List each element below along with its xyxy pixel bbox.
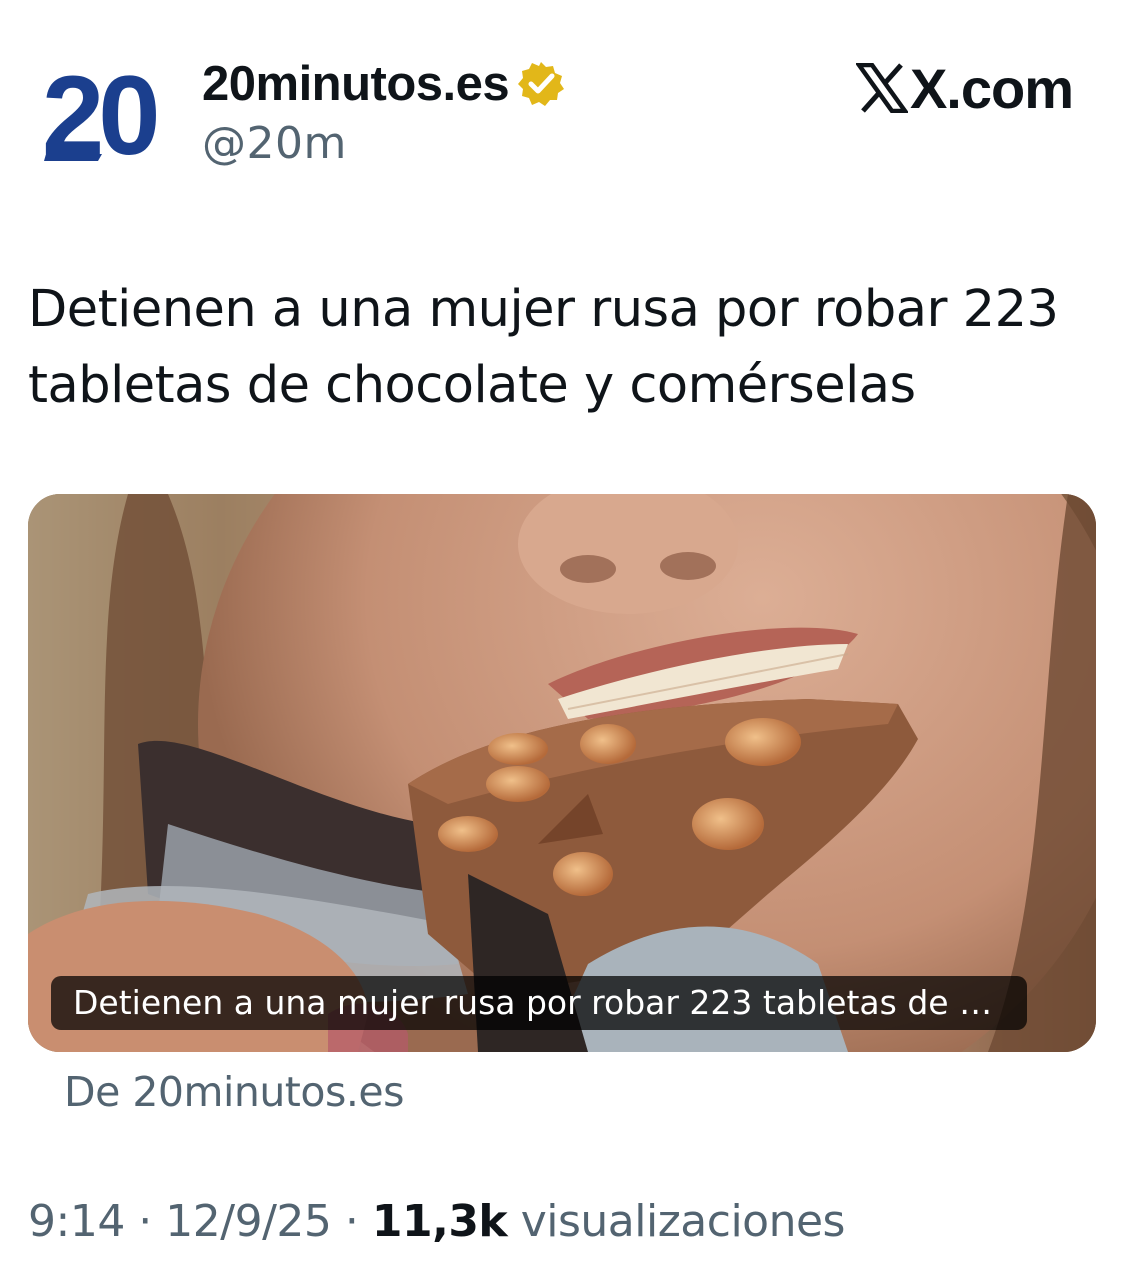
tweet-text-line-2: tabletas de chocolate y comérselas (28, 356, 916, 415)
card-caption: Detienen a una mujer rusa por robar 223 … (51, 976, 1027, 1030)
tweet-date[interactable]: 12/9/25 (165, 1196, 332, 1247)
account-info[interactable]: 20minutos.es @20m (202, 56, 565, 169)
views-count[interactable]: 11,3k (372, 1196, 508, 1247)
views-label: visualizaciones (520, 1196, 846, 1247)
x-logo-icon (855, 63, 908, 113)
link-preview-card[interactable]: Detienen a una mujer rusa por robar 223 … (28, 494, 1096, 1052)
x-brand: X.com (855, 56, 1074, 120)
handle[interactable]: @20m (202, 118, 565, 169)
meta-separator: · (331, 1196, 372, 1247)
brand-text: X.com (909, 56, 1074, 120)
tweet-text: Detienen a una mujer rusa por robar 223 … (28, 272, 1098, 424)
logo-text: 20 (42, 58, 156, 168)
card-source-link[interactable]: De 20minutos.es (64, 1068, 404, 1116)
meta-separator: · (124, 1196, 166, 1247)
tweet-screenshot: 20 20minutos.es @20m X.com Detienen a un… (0, 0, 1125, 1281)
display-name[interactable]: 20minutos.es (202, 56, 510, 112)
tweet-time[interactable]: 9:14 (28, 1196, 125, 1247)
20minutos-logo-icon[interactable]: 20 (42, 58, 168, 168)
tweet-text-line-1: Detienen a una mujer rusa por robar 223 (28, 280, 1059, 339)
verified-badge-icon (518, 62, 565, 106)
woman-eating-chocolate-photo (28, 494, 1096, 1052)
tweet-meta: 9:14 · 12/9/25 · 11,3k visualizaciones (28, 1196, 845, 1247)
name-row: 20minutos.es (202, 56, 565, 112)
